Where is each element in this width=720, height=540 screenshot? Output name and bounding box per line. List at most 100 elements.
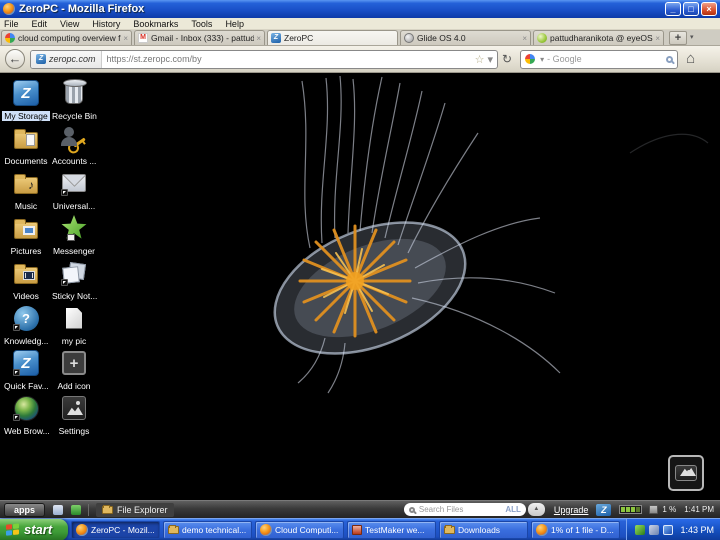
task-download-progress[interactable]: 1% of 1 file - D... <box>531 521 620 539</box>
music-folder-icon: ♪ <box>14 177 38 194</box>
close-button[interactable]: × <box>701 2 717 16</box>
xp-taskbar: start ZeroPC - Mozil... demo technical..… <box>0 518 720 540</box>
zeropc-logo-icon: Z <box>596 504 611 516</box>
chat-icon <box>67 234 75 241</box>
back-button[interactable]: ← <box>5 49 25 69</box>
screen: ZeroPC - Mozilla Firefox _ □ × File Edit… <box>0 0 720 540</box>
location-bar[interactable]: Z zeropc.com https://st.zeropc.com/by ☆ … <box>30 50 498 69</box>
shortcut-arrow-icon <box>13 324 20 331</box>
zeropc-desktop: Z My Storage Recycle Bin Documents Accou… <box>0 73 720 500</box>
desktop-icon-documents[interactable]: Documents <box>2 124 50 169</box>
location-bar-icons: ☆ ▾ <box>472 53 497 66</box>
desktop-icon-recycle-bin[interactable]: Recycle Bin <box>50 79 98 124</box>
menu-help[interactable]: Help <box>225 19 244 29</box>
desktop-icon-web-browser[interactable]: Web Brow... <box>2 394 50 439</box>
home-button[interactable]: ⌂ <box>686 49 695 69</box>
tab-zeropc[interactable]: Z ZeroPC <box>267 30 398 45</box>
zeropc-taskbar-right: Search Files ALL ▲ Upgrade Z 1 % 1:41 PM <box>404 503 716 516</box>
file-explorer-task[interactable]: File Explorer <box>96 503 174 517</box>
menu-bookmarks[interactable]: Bookmarks <box>133 19 178 29</box>
maximize-button[interactable]: □ <box>683 2 699 16</box>
site-identity-label: zeropc.com <box>49 54 96 64</box>
documents-folder-icon <box>14 132 38 149</box>
desktop-icon-my-pic[interactable]: my pic <box>50 304 98 349</box>
folder-icon <box>102 506 113 514</box>
firefox-icon <box>260 524 272 536</box>
tab-glide-os[interactable]: Glide OS 4.0 × <box>400 30 531 45</box>
show-desktop-icon[interactable] <box>53 505 63 515</box>
new-tab-button[interactable]: + <box>669 31 687 45</box>
desktop-icon-music[interactable]: ♪ Music <box>2 169 50 214</box>
menu-file[interactable]: File <box>4 19 19 29</box>
start-button[interactable]: start <box>0 519 68 540</box>
accounts-key-icon <box>61 126 87 150</box>
search-placeholder: - Google <box>547 54 666 64</box>
search-scope[interactable]: ALL <box>505 505 521 514</box>
antivirus-tray-icon[interactable] <box>635 525 645 535</box>
task-demo-technical[interactable]: demo technical... <box>163 521 252 539</box>
menu-tools[interactable]: Tools <box>191 19 212 29</box>
search-box[interactable]: ▾ - Google <box>520 50 678 69</box>
system-tray: 1:43 PM <box>626 519 720 540</box>
navigation-bar: ← Z zeropc.com https://st.zeropc.com/by … <box>0 46 720 73</box>
zeropc-taskbar: apps File Explorer Search Files ALL ▲ Up… <box>0 500 720 518</box>
usage-percent: 1 % <box>662 505 676 514</box>
tab-close-icon[interactable]: × <box>522 34 527 43</box>
wallpaper-button[interactable] <box>668 455 704 491</box>
minimize-button[interactable]: _ <box>665 2 681 16</box>
desktop-icon-messenger[interactable]: Messenger <box>50 214 98 259</box>
apps-button[interactable]: apps <box>4 503 45 517</box>
desktop-icon-accounts[interactable]: Accounts ... <box>50 124 98 169</box>
google-search-icon <box>525 54 535 64</box>
tab-close-icon[interactable]: × <box>256 34 261 43</box>
scope-dropdown-button[interactable]: ▲ <box>528 503 545 516</box>
urlbar-dropdown-icon[interactable]: ▾ <box>487 53 493 66</box>
tab-list-arrow-icon[interactable]: ▾ <box>690 31 694 45</box>
jellyfish-wallpaper <box>160 73 720 500</box>
tab-close-icon[interactable]: × <box>655 34 660 43</box>
zeropc-storage-icon: Z <box>13 80 39 106</box>
tab-eyeos[interactable]: pattudharanikota @ eyeOS R... × <box>533 30 664 45</box>
settings-picture-icon <box>62 396 86 420</box>
storage-meter <box>619 505 642 514</box>
tray-app-icon[interactable] <box>663 525 673 535</box>
tab-gmail[interactable]: M Gmail - Inbox (333) - pattudh... × <box>134 30 265 45</box>
task-cloud-computing[interactable]: Cloud Computi... <box>255 521 344 539</box>
upgrade-link[interactable]: Upgrade <box>554 505 589 515</box>
desktop-icon-settings[interactable]: Settings <box>50 394 98 439</box>
desktop-icon-my-storage[interactable]: Z My Storage <box>2 79 50 124</box>
search-magnifier-icon[interactable] <box>666 56 673 63</box>
menu-edit[interactable]: Edit <box>32 19 48 29</box>
tab-close-icon[interactable]: × <box>123 34 128 43</box>
desktop-icon-quick-fav[interactable]: Z Quick Fav... <box>2 349 50 394</box>
url-text[interactable]: https://st.zeropc.com/by <box>102 54 472 64</box>
task-zeropc-firefox[interactable]: ZeroPC - Mozil... <box>71 521 160 539</box>
tab-cloud-computing[interactable]: cloud computing overview file ... × <box>1 30 132 45</box>
desktop-icon-sticky-notes[interactable]: Sticky Not... <box>50 259 98 304</box>
videos-folder-icon <box>14 267 38 284</box>
network-tray-icon[interactable] <box>649 525 659 535</box>
desktop-icon-videos[interactable]: Videos <box>2 259 50 304</box>
search-files-input[interactable]: Search Files ALL <box>404 503 526 516</box>
search-engine-dropdown-icon[interactable]: ▾ <box>540 55 544 64</box>
tab-strip: cloud computing overview file ... × M Gm… <box>0 30 720 46</box>
shortcut-arrow-icon <box>61 279 68 286</box>
task-downloads[interactable]: Downloads <box>439 521 528 539</box>
reload-button[interactable]: ↻ <box>502 52 512 66</box>
desktop-icon-pictures[interactable]: Pictures <box>2 214 50 259</box>
bookmark-star-icon[interactable]: ☆ <box>475 53 485 66</box>
menu-view[interactable]: View <box>60 19 79 29</box>
task-testmaker[interactable]: TestMaker we... <box>347 521 436 539</box>
menu-bar: File Edit View History Bookmarks Tools H… <box>0 18 720 30</box>
site-identity-button[interactable]: Z zeropc.com <box>31 51 102 68</box>
firefox-icon <box>536 524 548 536</box>
desktop-icon-knowledge[interactable]: ? Knowledg... <box>2 304 50 349</box>
desktop-icon-add-icon[interactable]: + Add icon <box>50 349 98 394</box>
folder-icon <box>168 526 179 534</box>
firefox-icon <box>3 3 15 15</box>
running-app-icon[interactable] <box>71 505 81 515</box>
desktop-icon-universal-inbox[interactable]: Universal... <box>50 169 98 214</box>
gmail-icon: M <box>138 33 148 43</box>
menu-history[interactable]: History <box>92 19 120 29</box>
document-page-icon <box>66 308 82 329</box>
